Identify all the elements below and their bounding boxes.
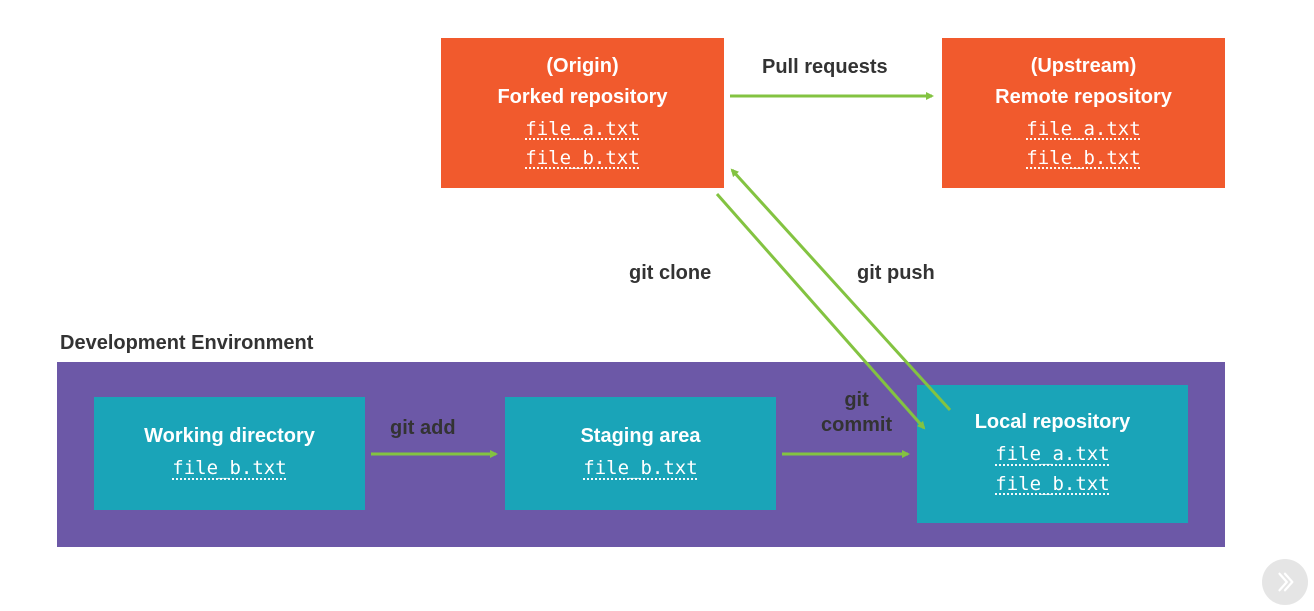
localrepo-file-b: file_b.txt — [995, 470, 1109, 499]
pull-requests-label: Pull requests — [762, 56, 888, 79]
git-commit-l1: git — [844, 389, 868, 411]
working-dir-title: Working directory — [144, 423, 315, 450]
localrepo-title: Local repository — [975, 409, 1131, 436]
watermark-icon — [1262, 559, 1308, 605]
git-commit-label: git commit — [821, 388, 892, 438]
git-add-label: git add — [390, 417, 456, 440]
origin-forked-repo-box: (Origin) Forked repository file_a.txt fi… — [441, 38, 724, 188]
upstream-title-line1: (Upstream) — [1031, 53, 1137, 80]
git-commit-l2: commit — [821, 414, 892, 436]
origin-title-line1: (Origin) — [546, 53, 618, 80]
staging-title: Staging area — [580, 423, 700, 450]
git-push-label: git push — [857, 262, 935, 285]
localrepo-file-a: file_a.txt — [995, 440, 1109, 469]
git-workflow-diagram: (Origin) Forked repository file_a.txt fi… — [0, 0, 1314, 611]
local-repo-box: Local repository file_a.txt file_b.txt — [917, 385, 1188, 523]
working-directory-box: Working directory file_b.txt — [94, 397, 365, 510]
upstream-remote-repo-box: (Upstream) Remote repository file_a.txt … — [942, 38, 1225, 188]
origin-file-a: file_a.txt — [525, 115, 639, 144]
upstream-title-line2: Remote repository — [995, 84, 1172, 111]
upstream-file-a: file_a.txt — [1026, 115, 1140, 144]
working-dir-file: file_b.txt — [172, 454, 286, 483]
staging-file: file_b.txt — [583, 454, 697, 483]
origin-title-line2: Forked repository — [497, 84, 667, 111]
origin-file-b: file_b.txt — [525, 144, 639, 173]
staging-area-box: Staging area file_b.txt — [505, 397, 776, 510]
git-clone-label: git clone — [629, 262, 711, 285]
upstream-file-b: file_b.txt — [1026, 144, 1140, 173]
dev-env-label: Development Environment — [60, 332, 313, 355]
